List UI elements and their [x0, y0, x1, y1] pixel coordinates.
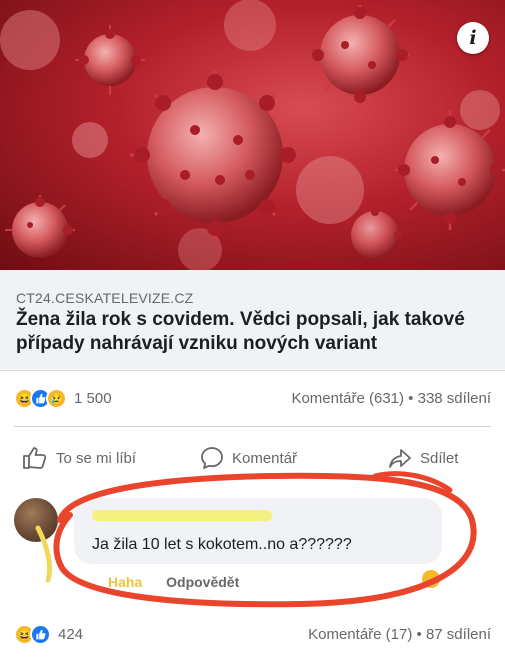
shared-reactions-count: 424 [58, 626, 84, 643]
comment-reply-link[interactable]: Odpovědět [166, 574, 239, 590]
reactions-count: 1 500 [74, 390, 112, 407]
comments-count-link[interactable]: Komentáře (631) [291, 390, 404, 407]
coronavirus-illustration [0, 0, 505, 270]
comment-button[interactable]: Komentář [200, 446, 297, 470]
sad-reaction-icon: 😢 [46, 388, 67, 409]
comment-text: Ja žila 10 let s kokotem..no a?????? [92, 536, 352, 553]
post-stats-row: 😆 😢 1 500 Komentáře (631) • 338 sdílení [14, 388, 491, 414]
comments-shares: Komentáře (631) • 338 sdílení [291, 390, 491, 407]
shares-count-link[interactable]: 338 sdílení [418, 390, 491, 407]
like-button-label: To se mi líbí [56, 449, 137, 467]
like-button[interactable]: To se mi líbí [22, 446, 136, 470]
comment-actions: Haha Odpovědět [108, 574, 259, 590]
comment-reaction-icon [420, 568, 442, 590]
stat-separator: • [416, 626, 422, 643]
post-actions: To se mi líbí Komentář Sdílet [0, 440, 505, 480]
info-icon: i [469, 27, 477, 49]
link-preview-card[interactable]: CT24.CESKATELEVIZE.CZ Žena žila rok s co… [0, 270, 505, 371]
thumbs-up-icon [23, 447, 47, 469]
share-arrow-icon [389, 449, 411, 468]
link-headline[interactable]: Žena žila rok s covidem. Vědci popsali, … [16, 308, 491, 356]
shared-comments-count-link[interactable]: Komentáře (17) [308, 626, 412, 643]
comment-button-label: Komentář [232, 449, 298, 467]
shared-shares-count-link[interactable]: 87 sdílení [426, 626, 491, 643]
comment-author-redacted [92, 510, 272, 521]
link-domain: CT24.CESKATELEVIZE.CZ [16, 290, 194, 306]
share-button[interactable]: Sdílet [388, 446, 458, 470]
info-button[interactable]: i [457, 22, 489, 54]
like-reaction-icon [30, 624, 51, 645]
divider [14, 426, 491, 427]
stat-separator: • [408, 390, 414, 407]
comment-bubble-icon [201, 447, 223, 469]
article-image[interactable]: i [0, 0, 505, 270]
comment-bubble: Ja žila 10 let s kokotem..no a?????? [74, 498, 442, 564]
reactions-summary[interactable]: 😆 😢 1 500 [14, 388, 112, 409]
shared-post-stats-row: 😆 424 Komentáře (17) • 87 sdílení [14, 624, 491, 650]
share-button-label: Sdílet [420, 449, 459, 467]
commenter-avatar[interactable] [14, 498, 58, 542]
shared-reactions-summary[interactable]: 😆 424 [14, 624, 83, 645]
comment-haha-link[interactable]: Haha [108, 574, 142, 590]
shared-comments-shares: Komentáře (17) • 87 sdílení [308, 626, 491, 643]
